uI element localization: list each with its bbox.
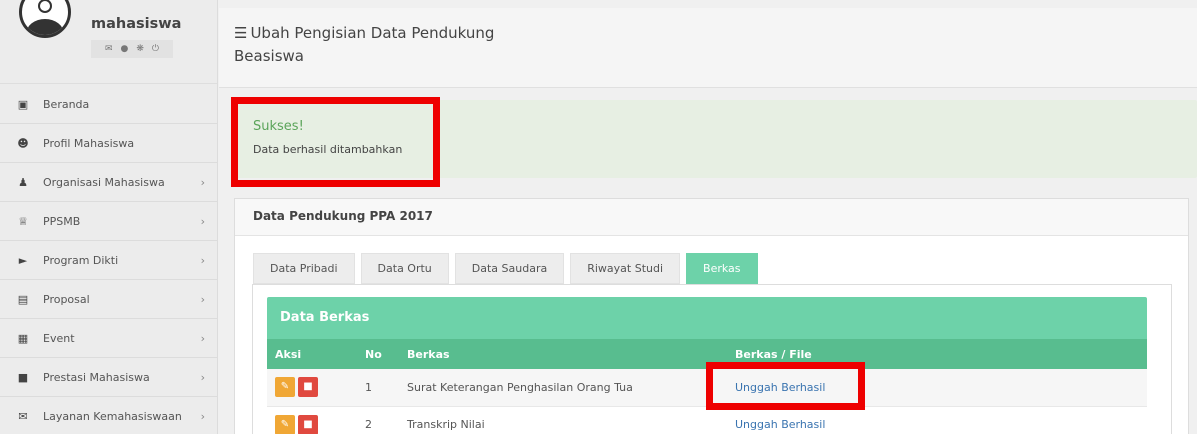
column-header-berkas: Berkas: [407, 347, 450, 361]
data-berkas-title: Data Berkas: [280, 310, 370, 325]
trophy-icon: ♕: [18, 214, 28, 228]
table-row: ✎ ■ 2 Transkrip Nilai Unggah Berhasil: [267, 406, 1147, 434]
chevron-right-icon: ›: [200, 175, 205, 189]
sidebar-item-label: PPSMB: [43, 214, 81, 228]
gear-icon[interactable]: ❋: [136, 44, 144, 54]
delete-button[interactable]: ■: [298, 414, 318, 434]
sidebar-item-beranda[interactable]: ▣ Beranda: [0, 85, 218, 124]
chevron-right-icon: ›: [200, 292, 205, 306]
tab-data-saudara[interactable]: Data Saudara: [454, 253, 565, 284]
page-title: ☰ Ubah Pengisian Data Pendukung Beasiswa: [234, 22, 534, 68]
column-header-aksi: Aksi: [275, 347, 302, 361]
data-berkas-heading: Data Berkas: [267, 297, 1147, 339]
sidebar-item-label: Profil Mahasiswa: [43, 136, 135, 150]
tab-riwayat-studi[interactable]: Riwayat Studi: [570, 253, 681, 284]
envelope-icon[interactable]: ✉: [105, 44, 113, 54]
sidebar-item-label: Beranda: [43, 97, 90, 111]
list-icon: ☰: [234, 24, 248, 42]
sidebar-item-label: Organisasi Mahasiswa: [43, 175, 165, 189]
sidebar-item-label: Program Dikti: [43, 253, 119, 267]
chevron-right-icon: ›: [200, 370, 205, 384]
sidebar-item-label: Event: [43, 331, 75, 345]
chevron-right-icon: ›: [200, 331, 205, 345]
delete-button[interactable]: ■: [298, 377, 318, 398]
sidebar-item-program-dikti[interactable]: ► Program Dikti ›: [0, 241, 218, 280]
row-file-link[interactable]: Unggah Berhasil: [727, 406, 1147, 434]
user-icon[interactable]: ●: [121, 44, 129, 54]
sidebar: mahasiswa ✉ ● ❋ ⏻ ▣ Beranda ☻ Profil Mah…: [0, 0, 218, 434]
sidebar-item-layanan-kemahasiswaan[interactable]: ✉ Layanan Kemahasiswaan ›: [0, 397, 218, 434]
user-icon: ☻: [17, 136, 29, 150]
tag-icon: ►: [18, 253, 28, 267]
sidebar-item-event[interactable]: ▦ Event ›: [0, 319, 218, 358]
sidebar-item-prestasi-mahasiswa[interactable]: ■ Prestasi Mahasiswa ›: [0, 358, 218, 397]
sidebar-item-ppsmb[interactable]: ♕ PPSMB ›: [0, 202, 218, 241]
trash-icon: ■: [303, 381, 313, 393]
tab-berkas[interactable]: Berkas: [686, 253, 758, 284]
user-profile: mahasiswa ✉ ● ❋ ⏻: [0, 0, 217, 84]
tab-content: Data Berkas Aksi No Berkas Berkas / File: [252, 284, 1172, 434]
highlight-box-alert: [231, 97, 440, 187]
row-number: 1: [365, 380, 372, 394]
chevron-right-icon: ›: [200, 253, 205, 267]
power-icon[interactable]: ⏻: [152, 44, 159, 54]
chevron-right-icon: ›: [200, 409, 205, 423]
gift-icon: ■: [17, 370, 29, 384]
tab-data-pribadi[interactable]: Data Pribadi: [253, 253, 355, 284]
avatar: [19, 0, 71, 38]
row-number: 2: [365, 418, 372, 431]
sidebar-item-label: Layanan Kemahasiswaan: [43, 409, 182, 423]
pencil-icon: ✎: [280, 418, 290, 430]
page-title-line1: Ubah Pengisian Data Pendukung: [250, 24, 495, 42]
chevron-right-icon: ›: [200, 214, 205, 228]
sidebar-menu: ▣ Beranda ☻ Profil Mahasiswa ♟ Organisas…: [0, 85, 218, 434]
sidebar-item-label: Proposal: [43, 292, 90, 306]
page-header: ☰ Ubah Pengisian Data Pendukung Beasiswa: [219, 8, 1197, 88]
sidebar-item-proposal[interactable]: ▤ Proposal ›: [0, 280, 218, 319]
sidebar-item-organisasi-mahasiswa[interactable]: ♟ Organisasi Mahasiswa ›: [0, 163, 218, 202]
column-header-no: No: [365, 347, 382, 361]
row-actions: ✎ ■: [267, 369, 357, 406]
pencil-icon: ✎: [280, 381, 290, 393]
envelope-icon: ✉: [18, 409, 28, 423]
tab-data-ortu[interactable]: Data Ortu: [360, 253, 449, 284]
row-berkas: Transkrip Nilai: [407, 418, 485, 431]
page-title-line2: Beasiswa: [234, 47, 304, 65]
sidebar-item-label: Prestasi Mahasiswa: [43, 370, 150, 384]
edit-button[interactable]: ✎: [275, 377, 295, 398]
edit-button[interactable]: ✎: [275, 414, 295, 434]
profile-actions: ✉ ● ❋ ⏻: [91, 40, 173, 58]
users-icon: ♟: [18, 175, 28, 189]
calendar-icon: ▦: [17, 331, 29, 345]
panel-heading: Data Pendukung PPA 2017: [235, 199, 1188, 236]
trash-icon: ■: [303, 418, 313, 430]
row-actions: ✎ ■: [267, 406, 357, 434]
row-berkas: Surat Keterangan Penghasilan Orang Tua: [407, 380, 633, 394]
file-icon: ▤: [17, 292, 29, 306]
sidebar-item-profil-mahasiswa[interactable]: ☻ Profil Mahasiswa: [0, 124, 218, 163]
tab-bar: Data Pribadi Data Ortu Data Saudara Riwa…: [253, 253, 758, 284]
username: mahasiswa: [91, 16, 182, 32]
highlight-box-upload-status: [706, 362, 865, 410]
monitor-icon: ▣: [17, 97, 29, 111]
panel-title: Data Pendukung PPA 2017: [253, 209, 433, 223]
